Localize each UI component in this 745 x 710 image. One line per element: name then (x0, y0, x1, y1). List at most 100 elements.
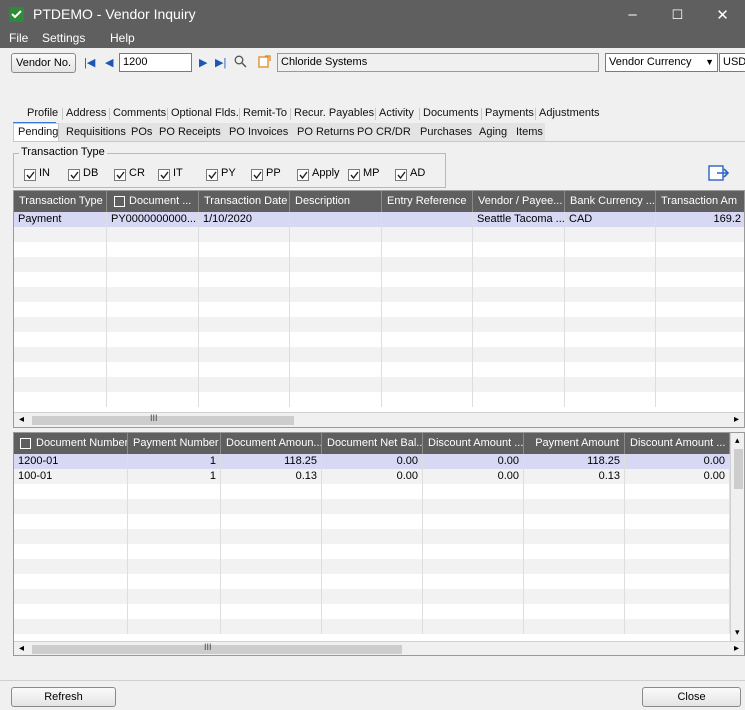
vendor-name-field: Chloride Systems (277, 53, 599, 72)
tab-address[interactable]: Address (66, 105, 106, 123)
currency-code-field: USD (719, 53, 745, 72)
checkbox-ad[interactable] (395, 169, 407, 181)
column-header-document-amount[interactable]: Document Amoun... (221, 433, 322, 454)
checkbox-pp[interactable] (251, 169, 263, 181)
tab-po-cr-dr[interactable]: PO CR/DR (357, 124, 411, 142)
next-record-icon[interactable]: ▶ (199, 58, 207, 69)
payments-vertical-scrollbar[interactable]: ▴ ▾ (730, 433, 744, 641)
table-cell-empty (107, 317, 199, 332)
previous-record-icon[interactable]: ◀ (105, 58, 113, 69)
table-cell-empty (199, 377, 290, 392)
refresh-button[interactable]: Refresh (11, 687, 116, 707)
tab-profile[interactable]: Profile (27, 105, 58, 123)
column-header-document-number[interactable]: Document Number (14, 433, 128, 454)
payments-grid: Document Number Payment Number Document … (13, 432, 745, 656)
tab-po-receipts[interactable]: PO Receipts (159, 124, 221, 142)
tab-aging[interactable]: Aging (479, 124, 507, 142)
tab-documents[interactable]: Documents (423, 105, 479, 123)
last-record-icon[interactable]: ▶| (215, 58, 226, 69)
table-cell-empty (14, 514, 128, 529)
menu-settings[interactable]: Settings (42, 31, 85, 45)
maximize-button[interactable]: ☐ (655, 0, 700, 29)
tab-activity[interactable]: Activity (379, 105, 414, 123)
tab-remit-to[interactable]: Remit-To (243, 105, 287, 123)
transactions-horizontal-scrollbar[interactable]: ◂ III ▸ (14, 412, 744, 427)
scroll-thumb[interactable]: III (32, 642, 402, 654)
tab-comments[interactable]: Comments (113, 105, 166, 123)
close-window-button[interactable]: ✕ (700, 0, 745, 29)
table-cell-empty (221, 619, 322, 634)
tab-purchases[interactable]: Purchases (420, 124, 472, 142)
table-cell-empty (322, 604, 423, 619)
payments-horizontal-scrollbar[interactable]: ◂ III ▸ (14, 641, 744, 655)
table-cell-empty (473, 257, 565, 272)
table-row[interactable]: 100-01 1 0.13 0.00 0.00 0.13 0.00 (14, 469, 730, 484)
menu-file[interactable]: File (9, 31, 28, 45)
table-row-empty (14, 529, 730, 544)
column-header-description[interactable]: Description (290, 191, 382, 212)
scroll-thumb[interactable] (734, 449, 743, 489)
tab-adjustments[interactable]: Adjustments (539, 105, 600, 123)
checkbox-cr[interactable] (114, 169, 126, 181)
close-button[interactable]: Close (642, 687, 741, 707)
column-header-bank-currency[interactable]: Bank Currency ... (565, 191, 656, 212)
column-header-payment-number[interactable]: Payment Number (128, 433, 221, 454)
table-cell-empty (290, 302, 382, 317)
checkbox-db[interactable] (68, 169, 80, 181)
table-cell-empty (221, 589, 322, 604)
column-header-transaction-type[interactable]: Transaction Type (14, 191, 107, 212)
new-document-icon[interactable] (258, 55, 271, 71)
column-header-discount-amount[interactable]: Discount Amount ... (423, 433, 524, 454)
table-cell-empty (322, 484, 423, 499)
tab-payments[interactable]: Payments (485, 105, 534, 123)
table-cell-empty (656, 287, 744, 302)
checkbox-it[interactable] (158, 169, 170, 181)
table-cell-empty (423, 559, 524, 574)
tab-optional-fields[interactable]: Optional Flds. (171, 105, 239, 123)
table-row[interactable]: 1200-01 1 118.25 0.00 0.00 118.25 0.00 (14, 454, 730, 469)
column-header-transaction-amount[interactable]: Transaction Am (656, 191, 744, 212)
table-cell-empty (524, 484, 625, 499)
tab-po-returns[interactable]: PO Returns (297, 124, 354, 142)
table-cell-empty (221, 559, 322, 574)
table-row-empty (14, 227, 744, 242)
scroll-right-icon[interactable]: ▸ (734, 414, 739, 425)
search-icon[interactable] (234, 55, 247, 71)
checkbox-in[interactable] (24, 169, 36, 181)
export-icon[interactable] (708, 164, 730, 185)
tab-requisitions[interactable]: Requisitions (66, 124, 126, 142)
column-header-vendor-payee[interactable]: Vendor / Payee... (473, 191, 565, 212)
menu-help[interactable]: Help (110, 31, 135, 45)
checkbox-py[interactable] (206, 169, 218, 181)
vendor-no-button[interactable]: Vendor No. (11, 53, 76, 73)
first-record-icon[interactable]: |◀ (84, 58, 95, 69)
window-title: PTDEMO - Vendor Inquiry (33, 6, 196, 22)
table-cell-empty (625, 604, 730, 619)
tab-pending[interactable]: Pending (18, 124, 58, 142)
vendor-number-input[interactable]: 1200 (119, 53, 192, 72)
scroll-thumb[interactable]: III (32, 413, 294, 425)
tab-po-invoices[interactable]: PO Invoices (229, 124, 288, 142)
table-cell-empty (128, 619, 221, 634)
checkbox-mp[interactable] (348, 169, 360, 181)
scroll-left-icon[interactable]: ◂ (19, 643, 24, 654)
table-row-empty (14, 302, 744, 317)
scroll-down-icon[interactable]: ▾ (735, 627, 740, 638)
column-header-transaction-date[interactable]: Transaction Date (199, 191, 290, 212)
scroll-left-icon[interactable]: ◂ (19, 414, 24, 425)
column-header-document-net-balance[interactable]: Document Net Bal... (322, 433, 423, 454)
table-cell-empty (382, 287, 473, 302)
column-header-entry-reference[interactable]: Entry Reference (382, 191, 473, 212)
table-row[interactable]: Payment PY0000000000... 1/10/2020 Seattl… (14, 212, 744, 227)
checkbox-apply[interactable] (297, 169, 309, 181)
column-header-discount-amount-2[interactable]: Discount Amount ... (625, 433, 730, 454)
tab-items[interactable]: Items (516, 124, 543, 142)
tab-recurring-payables[interactable]: Recur. Payables (294, 105, 374, 123)
tab-pos[interactable]: POs (131, 124, 152, 142)
scroll-up-icon[interactable]: ▴ (735, 435, 740, 446)
currency-mode-select[interactable]: Vendor Currency ▼ (605, 53, 718, 72)
column-header-payment-amount[interactable]: Payment Amount (524, 433, 625, 454)
scroll-right-icon[interactable]: ▸ (734, 643, 739, 654)
table-cell-empty (423, 574, 524, 589)
minimize-button[interactable]: – (610, 0, 655, 29)
